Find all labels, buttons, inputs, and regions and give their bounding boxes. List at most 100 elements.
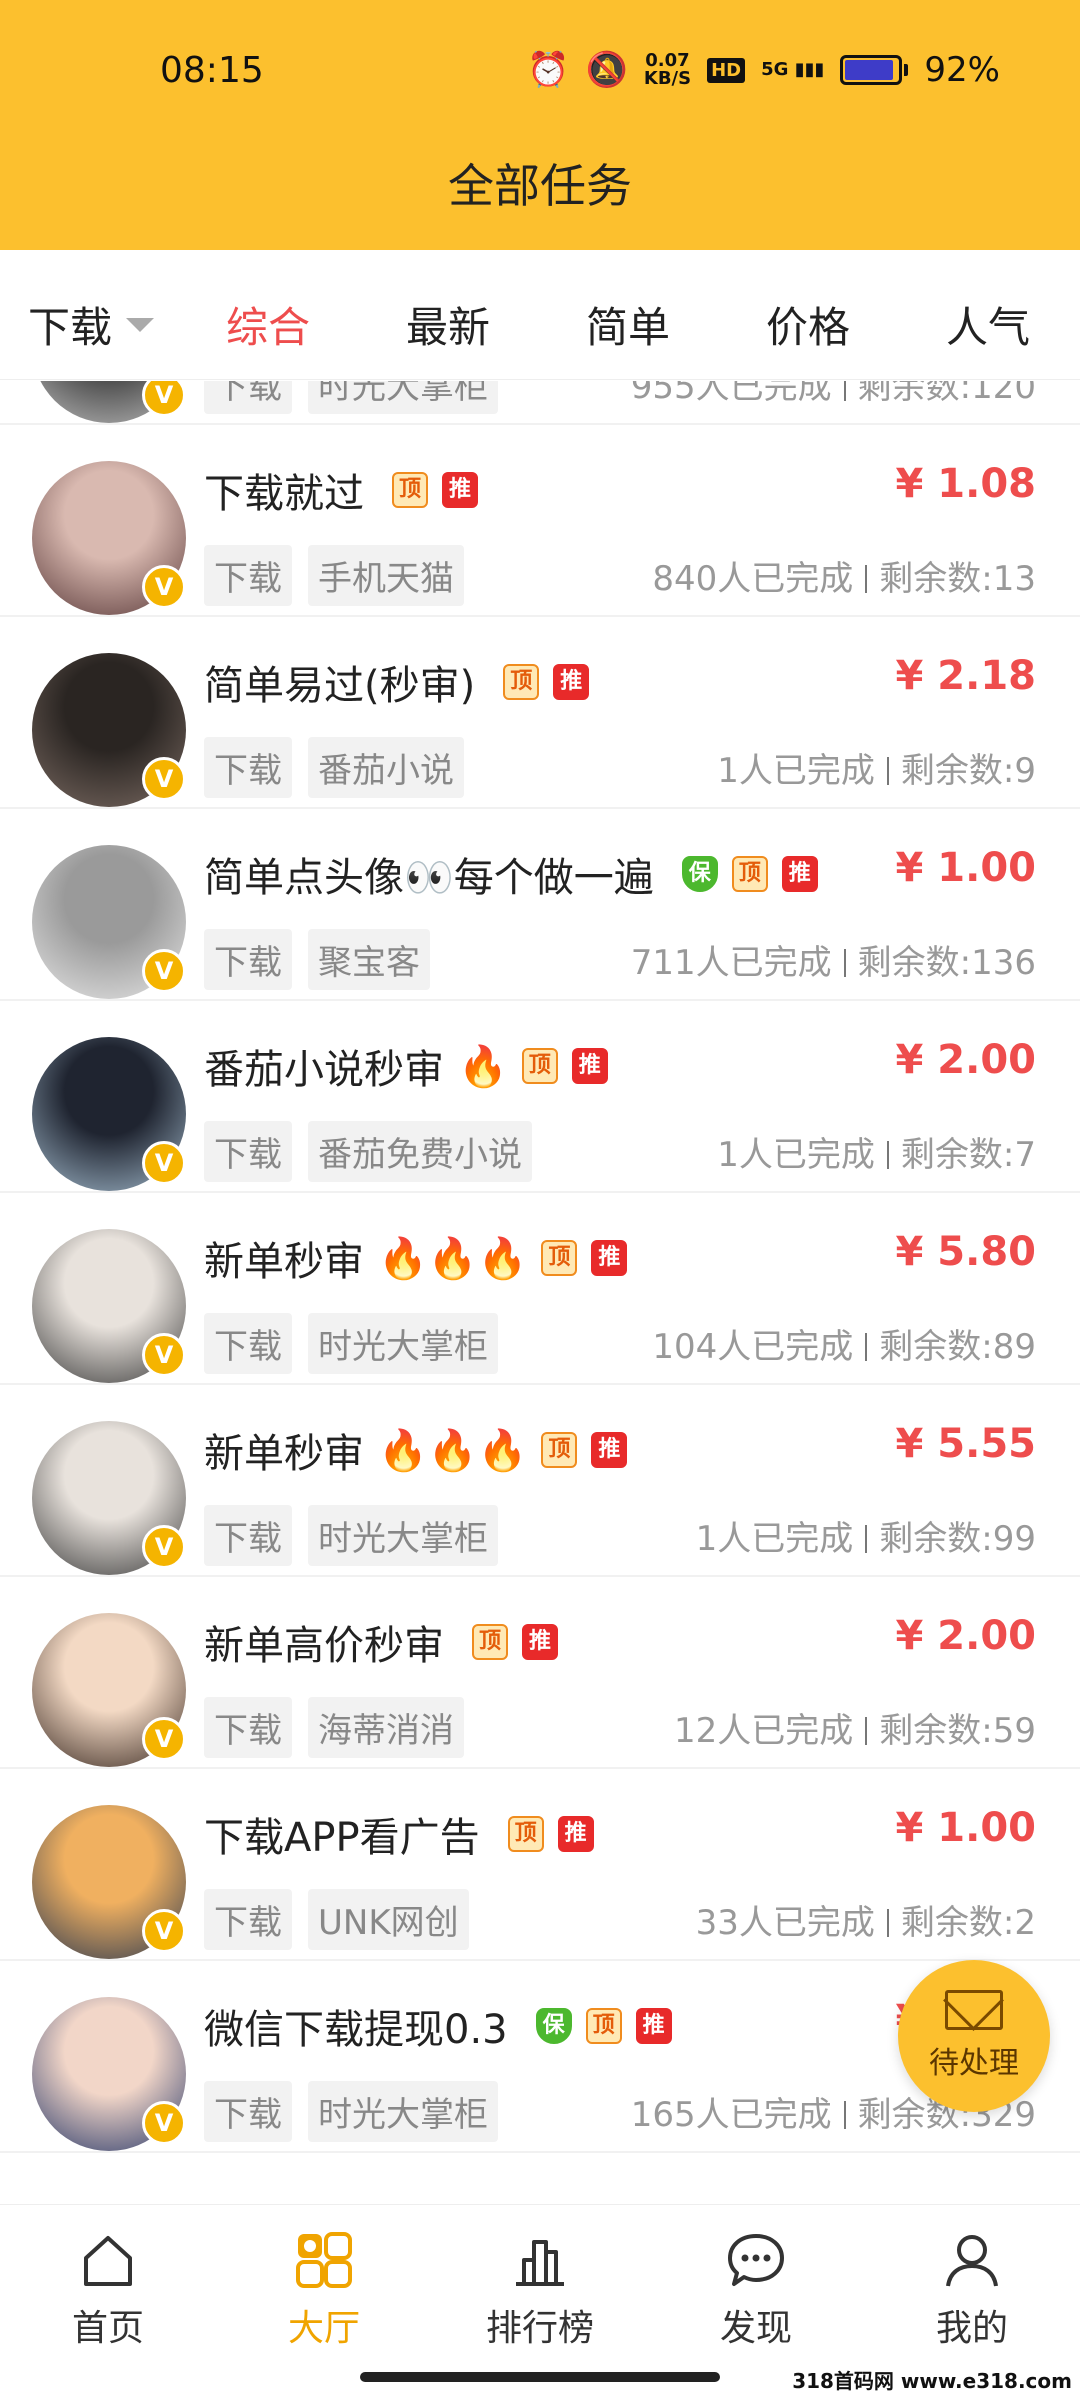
completed-count: 33人已完成 [695,1903,875,1943]
chat-bubble-icon [686,2227,826,2293]
top-tag: 顶 [507,1816,544,1852]
tab-comprehensive[interactable]: 综合 [226,294,310,355]
nav-ranking[interactable]: 排行榜 [470,2227,610,2351]
pending-button[interactable]: 待处理 [898,1960,1050,2112]
task-stats: 711人已完成 剩余数:136 [631,935,1036,984]
task-app-chip: 时光大掌柜 [308,1505,498,1566]
completed-count: 711人已完成 [630,943,832,983]
task-app-chip: 时光大掌柜 [308,381,498,414]
task-row[interactable]: V 简单点头像👀每个做一遍 保顶推 ¥ 1.00 下载 聚宝客 711人已完成剩… [0,809,1080,1001]
hd-badge: HD [707,57,746,83]
task-app-chip: 聚宝客 [308,929,430,990]
status-bar: 08:15 ⏰ 🔕 0.07 KB/S HD 5G ▮▮▮ 92% [0,46,1080,96]
recommend-tag: 推 [557,1816,594,1852]
tab-simple[interactable]: 简单 [586,294,670,355]
status-time: 08:15 [160,50,264,91]
task-row[interactable]: V 新单高价秒审 顶推 ¥ 2.00 下载 海蒂消消 12人已完成 剩余数:59 [0,1577,1080,1769]
divider [843,2101,846,2129]
task-app-chip: 时光大掌柜 [308,2081,498,2142]
fire-emoji: 🔥 [458,1043,508,1090]
task-title-line: 下载APP看广告 顶推 [204,1805,594,1863]
recommend-tag: 推 [591,1240,628,1276]
task-title: 下载APP看广告 [204,1815,480,1861]
task-chips: 下载 番茄免费小说 [204,1121,532,1182]
category-dropdown[interactable]: 下载 [28,294,155,355]
tab-latest[interactable]: 最新 [406,294,490,355]
nav-mine[interactable]: 我的 [902,2227,1042,2351]
remaining-count: 剩余数:89 [879,1327,1036,1367]
ranking-icon [470,2227,610,2293]
nav-discover-label: 发现 [719,2308,792,2349]
divider [865,1333,868,1361]
battery-icon [840,55,909,85]
nav-hall[interactable]: 大厅 [254,2227,394,2351]
recommend-tag: 推 [571,1048,608,1084]
pending-label: 待处理 [929,2046,1019,2081]
nav-discover[interactable]: 发现 [686,2227,826,2351]
task-row[interactable]: V 新单秒审 🔥🔥🔥 顶推 ¥ 5.80 下载 时光大掌柜 104人已完成 剩余数… [0,1193,1080,1385]
user-icon [902,2227,1042,2293]
tab-popularity[interactable]: 人气 [946,294,1030,355]
remaining-count: 剩余数:2 [900,1903,1036,1943]
divider [843,381,846,401]
remaining-count: 剩余数:99 [879,1519,1036,1559]
task-price: ¥ 1.08 [895,461,1036,507]
task-stats: 955人已完成 剩余数:120 [631,381,1036,408]
completed-count: 955人已完成 [630,381,832,407]
task-app-chip: 海蒂消消 [308,1697,464,1758]
task-stats: 12人已完成 剩余数:59 [674,1703,1036,1752]
net-speed-unit: KB/S [643,68,692,89]
task-title: 新单秒审 [204,1239,364,1285]
verified-badge-icon: V [142,1525,186,1569]
task-chips: 下载 时光大掌柜 [204,1313,498,1374]
task-type-chip: 下载 [204,929,292,990]
task-stats: 840人已完成 剩余数:13 [652,551,1036,600]
divider [865,1525,868,1553]
task-stats: 1人已完成 剩余数:9 [717,743,1036,792]
task-row[interactable]: V 下载就过 顶推 ¥ 1.08 下载 手机天猫 840人已完成 剩余数:13 [0,425,1080,617]
nav-home[interactable]: 首页 [38,2227,178,2351]
divider [865,565,868,593]
task-app-chip: 番茄小说 [308,737,464,798]
task-type-chip: 下载 [204,2081,292,2142]
task-list[interactable]: V 零撸合同简单好做 保顶推 ¥ 5.00 下载 时光大掌柜 955人已完成剩余… [0,381,1080,2203]
verified-badge-icon: V [142,1141,186,1185]
task-app-chip: 时光大掌柜 [308,1313,498,1374]
dropdown-label: 下载 [28,303,113,352]
guarantee-shield-icon: 保 [535,2008,572,2044]
filter-tabs: 下载 综合 最新 简单 价格 人气 [0,250,1080,380]
task-type-chip: 下载 [204,737,292,798]
grid-icon [254,2227,394,2293]
task-title: 番茄小说秒审 [204,1047,444,1093]
task-price: ¥ 2.00 [895,1613,1036,1659]
task-row[interactable]: V 新单秒审 🔥🔥🔥 顶推 ¥ 5.55 下载 时光大掌柜 1人已完成 剩余数:9… [0,1385,1080,1577]
task-chips: 下载 海蒂消消 [204,1697,464,1758]
app-header: 08:15 ⏰ 🔕 0.07 KB/S HD 5G ▮▮▮ 92% 全部任务 [0,0,1080,250]
task-title-line: 番茄小说秒审 🔥 顶推 [204,1037,608,1095]
net-speed: 0.07 KB/S [644,52,691,88]
top-tag: 顶 [731,856,768,892]
divider [865,1717,868,1745]
caret-down-icon [126,317,155,332]
alarm-icon: ⏰ [527,50,570,90]
divider [843,949,846,977]
task-title-line: 简单点头像👀每个做一遍 保顶推 [204,845,818,903]
task-title-line: 新单秒审 🔥🔥🔥 顶推 [204,1421,628,1479]
completed-count: 12人已完成 [674,1711,854,1751]
tab-price[interactable]: 价格 [766,294,850,355]
task-row[interactable]: V 番茄小说秒审 🔥 顶推 ¥ 2.00 下载 番茄免费小说 1人已完成 剩余数:… [0,1001,1080,1193]
task-stats: 1人已完成 剩余数:7 [717,1127,1036,1176]
divider [886,1141,889,1169]
verified-badge-icon: V [142,1333,186,1377]
guarantee-shield-icon: 保 [681,856,718,892]
task-price: ¥ 1.00 [895,845,1036,891]
home-indicator[interactable] [360,2372,720,2382]
verified-badge-icon: V [142,565,186,609]
task-row[interactable]: V 简单易过(秒审) 顶推 ¥ 2.18 下载 番茄小说 1人已完成 剩余数:9 [0,617,1080,809]
task-row[interactable]: V 下载APP看广告 顶推 ¥ 1.00 下载 UNK网创 33人已完成 剩余数:… [0,1769,1080,1961]
task-price: ¥ 1.00 [895,1805,1036,1851]
mail-icon [945,1990,1003,2030]
task-row[interactable]: V 零撸合同简单好做 保顶推 ¥ 5.00 下载 时光大掌柜 955人已完成剩余… [0,381,1080,425]
task-type-chip: 下载 [204,381,292,414]
task-chips: 下载 番茄小说 [204,737,464,798]
